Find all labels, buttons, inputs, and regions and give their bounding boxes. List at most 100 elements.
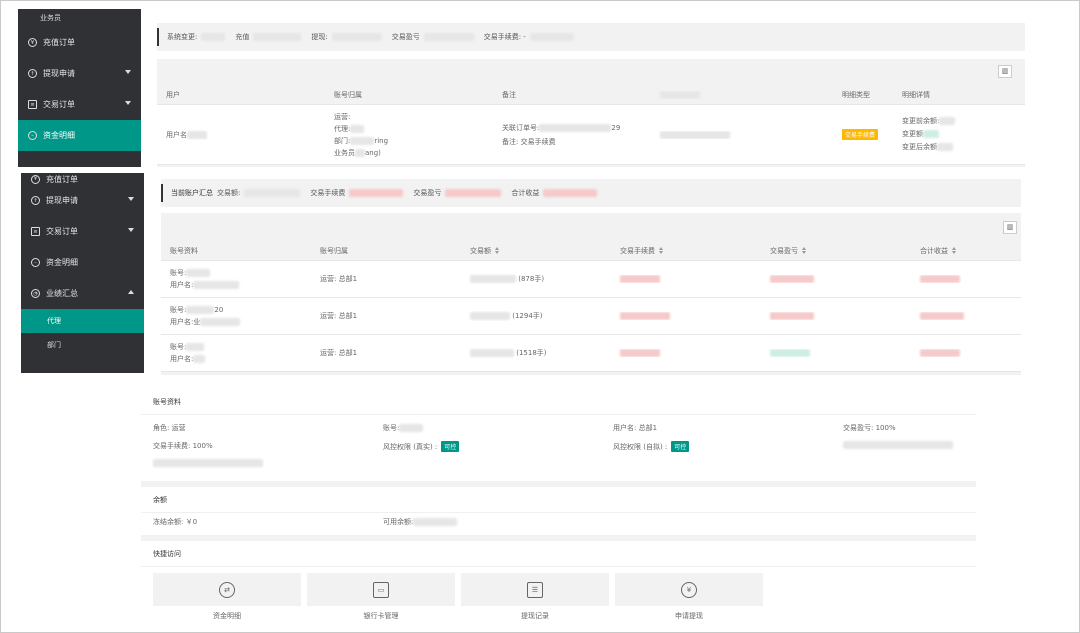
order-icon: ≡ bbox=[31, 227, 40, 236]
order-suffix: 29 bbox=[611, 123, 621, 132]
sidebar-item-performance[interactable]: ◔ 业绩汇总 bbox=[21, 278, 144, 309]
chevron-down-icon bbox=[125, 70, 131, 74]
dept-label: 部门: bbox=[334, 136, 351, 145]
masked-value bbox=[770, 312, 814, 320]
yen-circle-icon: ¥ bbox=[31, 174, 40, 184]
risk-real-tag: 可控 bbox=[441, 441, 460, 452]
quick-funds-label: 资金明细 bbox=[213, 612, 241, 620]
risk-sim-value: 风控权限 (自拟) : 可控 bbox=[613, 441, 690, 452]
masked-value bbox=[331, 33, 382, 41]
remark-cell: 关联订单号: 29 备注: 交易手续费 bbox=[493, 121, 651, 149]
quick-bank-card-button[interactable]: ▭ bbox=[307, 573, 455, 606]
sort-icon[interactable] bbox=[495, 247, 500, 254]
masked-value bbox=[253, 33, 302, 41]
trade-amount-cell: (1518手) bbox=[461, 348, 611, 358]
chevron-down-icon bbox=[128, 197, 134, 201]
masked-value bbox=[201, 33, 226, 41]
col-total-income[interactable]: 合计收益 bbox=[911, 246, 1021, 256]
total-income-cell bbox=[911, 275, 1021, 283]
masked-value bbox=[937, 143, 953, 151]
summary-bar-accent bbox=[161, 184, 163, 202]
lots-value: (878手) bbox=[518, 275, 545, 283]
masked-value bbox=[620, 349, 660, 357]
sidebar-item-label: 业绩汇总 bbox=[46, 289, 78, 298]
risk-real-value: 风控权限 (真实) : 可控 bbox=[383, 441, 460, 452]
sidebar-subitem-department[interactable]: 部门 bbox=[21, 333, 144, 357]
total-income-label: 合计收益 bbox=[511, 189, 540, 197]
chevron-up-icon bbox=[128, 290, 134, 294]
col-masked bbox=[651, 90, 833, 99]
owner-cell: 运营: 总部1 bbox=[320, 349, 358, 357]
masked-field bbox=[843, 441, 953, 449]
profile-details: 角色: 运营 账号: 用户名: 总部1 交易盈亏: 100% 交易手续费: 10… bbox=[141, 415, 976, 481]
sidebar-item-funds[interactable]: – 资金明细 bbox=[18, 120, 141, 151]
yen-circle-icon: ¥ bbox=[28, 38, 37, 47]
sidebar-item-label: 资金明细 bbox=[46, 258, 78, 267]
account-label: 账号: bbox=[170, 343, 187, 351]
remark-text: 备注: 交易手续费 bbox=[502, 137, 556, 146]
available-balance-value: 可用余额: bbox=[383, 517, 458, 527]
order-icon: ≡ bbox=[28, 100, 37, 109]
quick-funds-button[interactable]: ⇄ bbox=[153, 573, 301, 606]
column-toggle-icon[interactable]: ▥ bbox=[998, 65, 1012, 78]
sidebar-item-funds[interactable]: – 资金明细 bbox=[21, 247, 144, 278]
sort-icon[interactable] bbox=[659, 247, 664, 254]
chevron-down-icon bbox=[125, 101, 131, 105]
sidebar-item-recharge-orders[interactable]: ¥ 充值订单 bbox=[18, 27, 141, 58]
trade-fee-label: 交易手续费: - bbox=[483, 33, 526, 41]
sidebar-item-recharge-orders[interactable]: ¥ 充值订单 bbox=[21, 173, 144, 185]
masked-value bbox=[539, 123, 612, 132]
masked-value bbox=[244, 189, 301, 197]
username-prefix: 业 bbox=[193, 318, 201, 326]
balance-section-title: 余额 bbox=[141, 487, 976, 513]
col-trade-profit[interactable]: 交易盈亏 bbox=[761, 246, 911, 256]
col-trade-fee[interactable]: 交易手续费 bbox=[611, 246, 761, 256]
sidebar-item-trade-orders[interactable]: ≡ 交易订单 bbox=[21, 216, 144, 247]
total-income-cell bbox=[911, 312, 1021, 320]
trade-profit-cell bbox=[761, 349, 911, 357]
col-label: 交易盈亏 bbox=[770, 246, 798, 255]
table-header: 用户 账号归属 备注 明细类型 明细详情 bbox=[157, 85, 1025, 105]
masked-value bbox=[770, 275, 814, 283]
sidebar-item-trade-orders[interactable]: ≡ 交易订单 bbox=[18, 89, 141, 120]
frozen-balance-value: 冻结余额: ￥0 bbox=[153, 518, 198, 526]
username-label: 用户名: bbox=[170, 355, 194, 363]
masked-value bbox=[620, 312, 670, 320]
risk-sim-label: 风控权限 (自拟) : bbox=[613, 443, 668, 451]
sort-icon[interactable] bbox=[952, 247, 957, 254]
funds-icon: – bbox=[31, 258, 40, 267]
detail-cell: 变更前余额: 变更额 变更后余额 bbox=[893, 115, 1025, 154]
masked-value bbox=[920, 312, 964, 320]
detail-table: 用户 账号归属 备注 明细类型 明细详情 用户名 运营: 代理: 部门: ring… bbox=[157, 85, 1025, 165]
masked-value bbox=[187, 130, 207, 139]
masked-value bbox=[660, 130, 730, 139]
account-label: 账号: bbox=[170, 306, 187, 314]
sidebar-item-label: 交易订单 bbox=[43, 100, 75, 109]
bank-card-icon: ▭ bbox=[373, 581, 389, 598]
username-label: 用户名: bbox=[170, 281, 194, 289]
column-toggle-icon[interactable]: ▥ bbox=[1003, 221, 1017, 234]
agent-label: 代理: bbox=[334, 124, 351, 133]
sort-icon[interactable] bbox=[802, 247, 807, 254]
col-trade-amount[interactable]: 交易额 bbox=[461, 246, 611, 256]
table-row: 账号: 用户名: 运营: 总部1 (878手) bbox=[161, 261, 1021, 298]
account-label: 账号: bbox=[170, 269, 187, 277]
quick-withdraw-records-button[interactable]: ☰ bbox=[461, 573, 609, 606]
username-value: 用户名: 总部1 bbox=[613, 424, 658, 432]
sidebar-item-withdraw[interactable]: ↑ 提现申请 bbox=[21, 185, 144, 216]
masked-value bbox=[470, 312, 510, 320]
account-value: 账号: bbox=[383, 423, 424, 433]
quick-apply-withdraw-button[interactable]: ¥ bbox=[615, 573, 763, 606]
masked-field bbox=[153, 459, 263, 467]
sidebar-subitem-agent[interactable]: 代理 bbox=[21, 309, 144, 333]
col-user: 用户 bbox=[166, 90, 180, 99]
balance-change-label: 变更额 bbox=[902, 130, 923, 138]
account-profile-panel: 账号资料 角色: 运营 账号: 用户名: 总部1 交易盈亏: 100% 交易手续… bbox=[141, 389, 976, 629]
owner-cell: 运营: 总部1 bbox=[320, 275, 358, 283]
masked-value bbox=[423, 33, 474, 41]
col-owner: 账号归属 bbox=[320, 246, 348, 255]
sidebar-item-withdraw[interactable]: ↑ 提现申请 bbox=[18, 58, 141, 89]
lots-value: (1518手) bbox=[516, 349, 547, 357]
role-value: 角色: 运营 bbox=[153, 424, 186, 432]
withdraw-icon: ↑ bbox=[31, 196, 40, 205]
